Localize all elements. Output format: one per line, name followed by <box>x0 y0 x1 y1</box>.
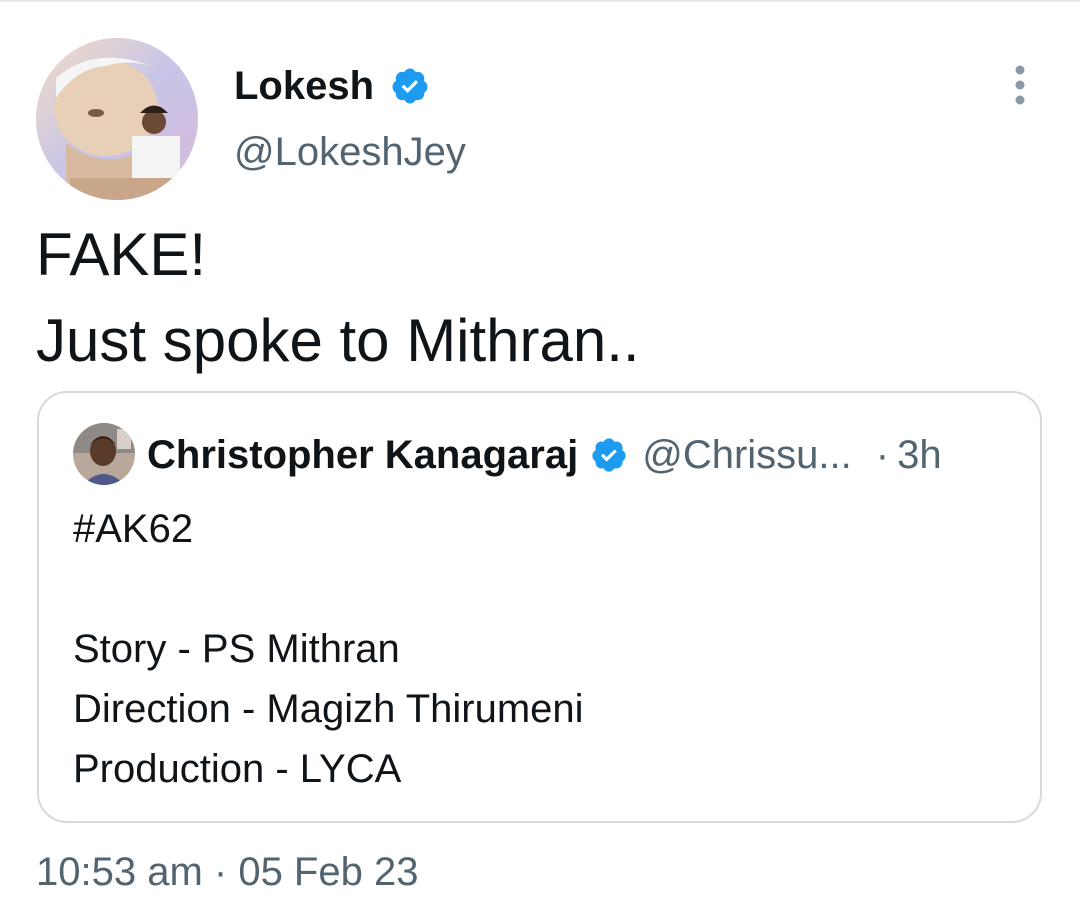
quoted-text-line <box>73 559 584 619</box>
quoted-tweet-header: Christopher Kanagaraj @Chrissu... · 3h <box>147 431 942 479</box>
quoted-text-line: Story - PS Mithran <box>73 627 400 671</box>
author-name[interactable]: Lokesh <box>234 62 374 110</box>
quoted-author-handle[interactable]: @Chrissu... <box>642 431 852 479</box>
more-options-icon[interactable] <box>1005 64 1035 106</box>
quoted-tweet-card[interactable]: Christopher Kanagaraj @Chrissu... · 3h #… <box>37 391 1042 823</box>
quoted-author-name[interactable]: Christopher Kanagaraj <box>147 431 578 479</box>
quoted-author-avatar[interactable] <box>73 423 135 485</box>
author-avatar[interactable] <box>36 38 198 200</box>
quoted-tweet-text: #AK62 Story - PS Mithran Direction - Mag… <box>73 499 584 799</box>
quoted-avatar-image <box>73 423 135 485</box>
author-name-row[interactable]: Lokesh <box>234 62 430 110</box>
tweet-text: FAKE! Just spoke to Mithran.. <box>36 212 1036 384</box>
quoted-text-line: Direction - Magizh Thirumeni <box>73 687 584 731</box>
separator-dot: · <box>875 433 890 477</box>
verified-badge-icon <box>390 66 430 106</box>
avatar-image <box>36 38 198 200</box>
tweet-timestamp[interactable]: 10:53 am · 05 Feb 23 <box>36 848 418 896</box>
tweet-text-line: FAKE! <box>36 221 207 288</box>
verified-badge-icon <box>590 436 628 474</box>
quoted-text-line: #AK62 <box>73 507 194 551</box>
author-handle[interactable]: @LokeshJey <box>234 128 466 176</box>
quoted-tweet-age[interactable]: 3h <box>897 431 942 479</box>
quoted-text-line: Production - LYCA <box>73 747 402 791</box>
tweet-text-line: Just spoke to Mithran.. <box>36 307 640 374</box>
top-divider <box>0 0 1080 2</box>
